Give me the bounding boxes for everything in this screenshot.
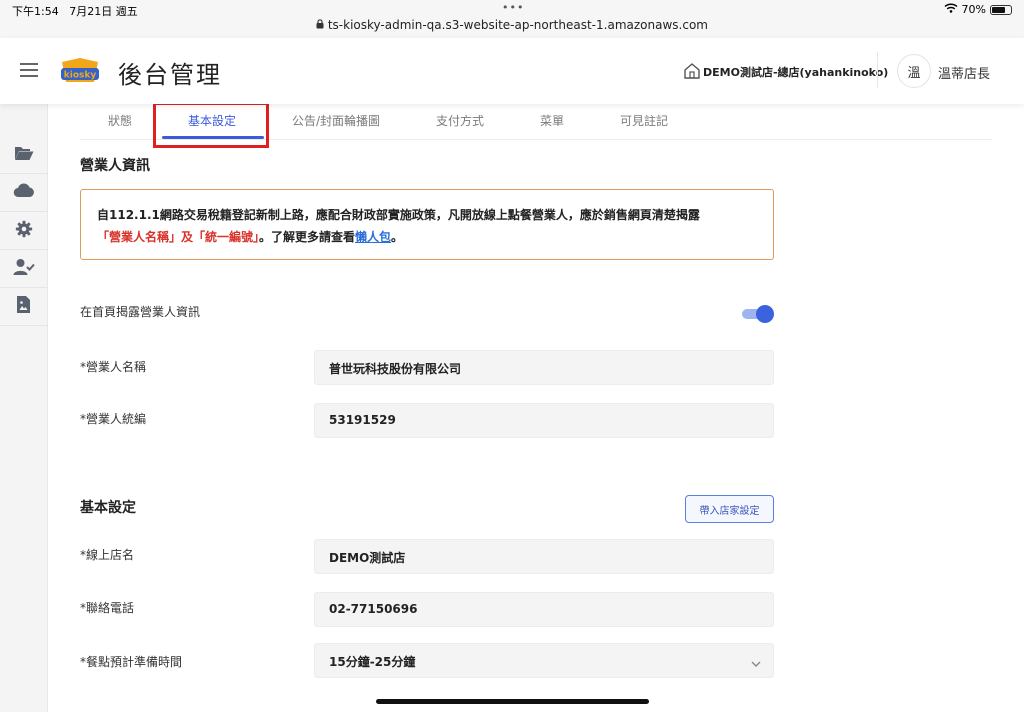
cloud-icon (13, 183, 35, 202)
store-name: DEMO測試店-總店(yahankinoko) (703, 66, 889, 79)
tax-id-label: *營業人統編 (80, 412, 147, 426)
show-business-info-label: 在首頁揭露營業人資訊 (80, 305, 201, 319)
notice-highlight: 「營業人名稱」及「統一編號」 (97, 230, 260, 244)
tax-notice: 自112.1.1網路交易稅籍登記新制上路，應配合財政部實施政策，凡開放線上點餐營… (80, 189, 774, 260)
business-info-title: 營業人資訊 (80, 158, 150, 174)
folder-open-icon (14, 145, 34, 165)
user-name[interactable]: 溫蒂店長 (938, 63, 990, 82)
sidebar-item-users[interactable] (0, 250, 47, 288)
sidebar-item-cloud[interactable] (0, 174, 47, 212)
notice-end: 。 (391, 230, 404, 244)
status-time: 下午1:54 7月21日 週五 (12, 5, 138, 18)
annotation-highlight-box (153, 102, 269, 148)
battery-percent: 70% (961, 3, 986, 16)
basic-settings-title: 基本設定 (80, 500, 136, 516)
header-divider (877, 52, 878, 88)
sidebar-item-settings[interactable] (0, 212, 47, 250)
sidebar-item-folder[interactable] (0, 136, 47, 174)
show-business-info-toggle[interactable] (742, 305, 774, 323)
menu-icon[interactable] (20, 63, 38, 77)
business-name-input[interactable]: 普世玩科技股份有限公司 (314, 350, 774, 385)
wifi-icon (944, 3, 958, 16)
status-right: 70% (944, 3, 1012, 16)
tab-status[interactable]: 狀態 (108, 112, 132, 129)
sidebar (0, 104, 48, 712)
app-header: kiosky 後台管理 DEMO測試店-總店(yahankinoko) 溫 溫蒂… (0, 38, 1024, 104)
prep-time-label: *餐點預計準備時間 (80, 655, 183, 669)
battery-icon (990, 4, 1012, 15)
store-selector[interactable]: DEMO測試店-總店(yahankinoko) (683, 62, 888, 82)
file-image-icon (16, 295, 31, 318)
tab-payment[interactable]: 支付方式 (436, 112, 484, 129)
tab-visible-notes[interactable]: 可見註記 (620, 112, 668, 129)
avatar[interactable]: 溫 (897, 54, 931, 88)
svg-text:kiosky: kiosky (64, 71, 97, 81)
prep-time-select[interactable]: 15分鐘-25分鐘 (314, 643, 774, 678)
store-name-input[interactable]: DEMO測試店 (314, 539, 774, 574)
phone-input[interactable]: 02-77150696 (314, 592, 774, 627)
url-text: ts-kiosky-admin-qa.s3-website-ap-northea… (327, 18, 708, 32)
phone-label: *聯絡電話 (80, 601, 135, 615)
kiosky-logo[interactable]: kiosky (58, 56, 102, 86)
prep-time-value: 15分鐘-25分鐘 (329, 655, 416, 669)
sidebar-item-files[interactable] (0, 288, 47, 326)
import-store-settings-button[interactable]: 帶入店家設定 (685, 495, 774, 523)
tab-menu[interactable]: 菜單 (540, 112, 564, 129)
notice-line1: 自112.1.1網路交易稅籍登記新制上路，應配合財政部實施政策，凡開放線上點餐營… (97, 208, 700, 222)
home-icon (683, 62, 701, 82)
guide-link[interactable]: 懶人包 (355, 230, 391, 244)
lock-icon (316, 18, 328, 32)
tab-announcement[interactable]: 公告/封面輪播圖 (292, 112, 380, 129)
notice-line2: 。了解更多請查看 (259, 230, 356, 244)
app-title: 後台管理 (118, 61, 222, 89)
gear-icon (15, 220, 33, 242)
ios-status-bar: 下午1:54 7月21日 週五 ••• ts-kiosky-admin-qa.s… (0, 0, 1024, 38)
tab-dots[interactable]: ••• (502, 1, 524, 14)
store-name-label: *線上店名 (80, 548, 135, 562)
address-bar[interactable]: ts-kiosky-admin-qa.s3-website-ap-northea… (0, 18, 1024, 32)
business-name-label: *營業人名稱 (80, 360, 147, 374)
tax-id-input[interactable]: 53191529 (314, 403, 774, 438)
user-check-icon (13, 258, 35, 280)
chevron-down-icon (751, 656, 761, 670)
home-indicator (376, 699, 649, 704)
